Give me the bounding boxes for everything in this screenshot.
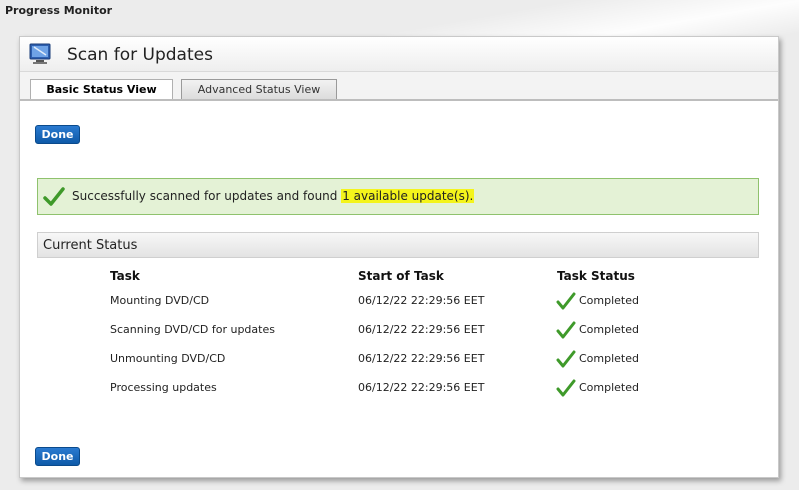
success-text: Successfully scanned for updates and fou…	[72, 189, 475, 203]
current-status-header: Current Status	[37, 232, 759, 258]
tab-strip: Basic Status View Advanced Status View	[20, 72, 778, 101]
done-button-top[interactable]: Done	[35, 125, 80, 144]
task-start: 06/12/22 22:29:56 EET	[358, 294, 485, 307]
success-text-prefix: Successfully scanned for updates and fou…	[72, 189, 342, 203]
checkmark-icon	[556, 350, 576, 368]
task-status: Completed	[579, 381, 639, 394]
progress-panel: Scan for Updates Basic Status View Advan…	[19, 36, 779, 478]
task-status: Completed	[579, 352, 639, 365]
column-header-task: Task	[110, 269, 140, 283]
tab-content: Done Successfully scanned for updates an…	[20, 101, 778, 477]
checkmark-icon	[556, 292, 576, 310]
current-status-title: Current Status	[43, 238, 138, 253]
panel-title: Scan for Updates	[67, 45, 213, 65]
task-name: Scanning DVD/CD for updates	[110, 323, 275, 336]
task-status: Completed	[579, 294, 639, 307]
success-message: Successfully scanned for updates and fou…	[37, 178, 759, 215]
task-start: 06/12/22 22:29:56 EET	[358, 381, 485, 394]
tab-advanced-status-view[interactable]: Advanced Status View	[181, 79, 337, 100]
available-updates-highlight: 1 available update(s).	[341, 189, 475, 203]
checkmark-icon	[556, 321, 576, 339]
available-updates-text: 1 available update(s)	[342, 189, 470, 203]
success-text-suffix: .	[469, 189, 474, 203]
task-name: Unmounting DVD/CD	[110, 352, 226, 365]
column-header-status: Task Status	[557, 269, 635, 283]
task-name: Mounting DVD/CD	[110, 294, 210, 307]
column-header-start: Start of Task	[358, 269, 444, 283]
tab-basic-status-view[interactable]: Basic Status View	[30, 79, 173, 101]
task-status: Completed	[579, 323, 639, 336]
done-button-bottom[interactable]: Done	[35, 447, 80, 466]
task-start: 06/12/22 22:29:56 EET	[358, 352, 485, 365]
window-title: Progress Monitor	[5, 4, 113, 17]
monitor-icon	[29, 43, 51, 64]
checkmark-icon	[556, 379, 576, 397]
checkmark-icon	[43, 187, 65, 206]
task-name: Processing updates	[110, 381, 217, 394]
task-start: 06/12/22 22:29:56 EET	[358, 323, 485, 336]
panel-header: Scan for Updates	[20, 37, 778, 72]
